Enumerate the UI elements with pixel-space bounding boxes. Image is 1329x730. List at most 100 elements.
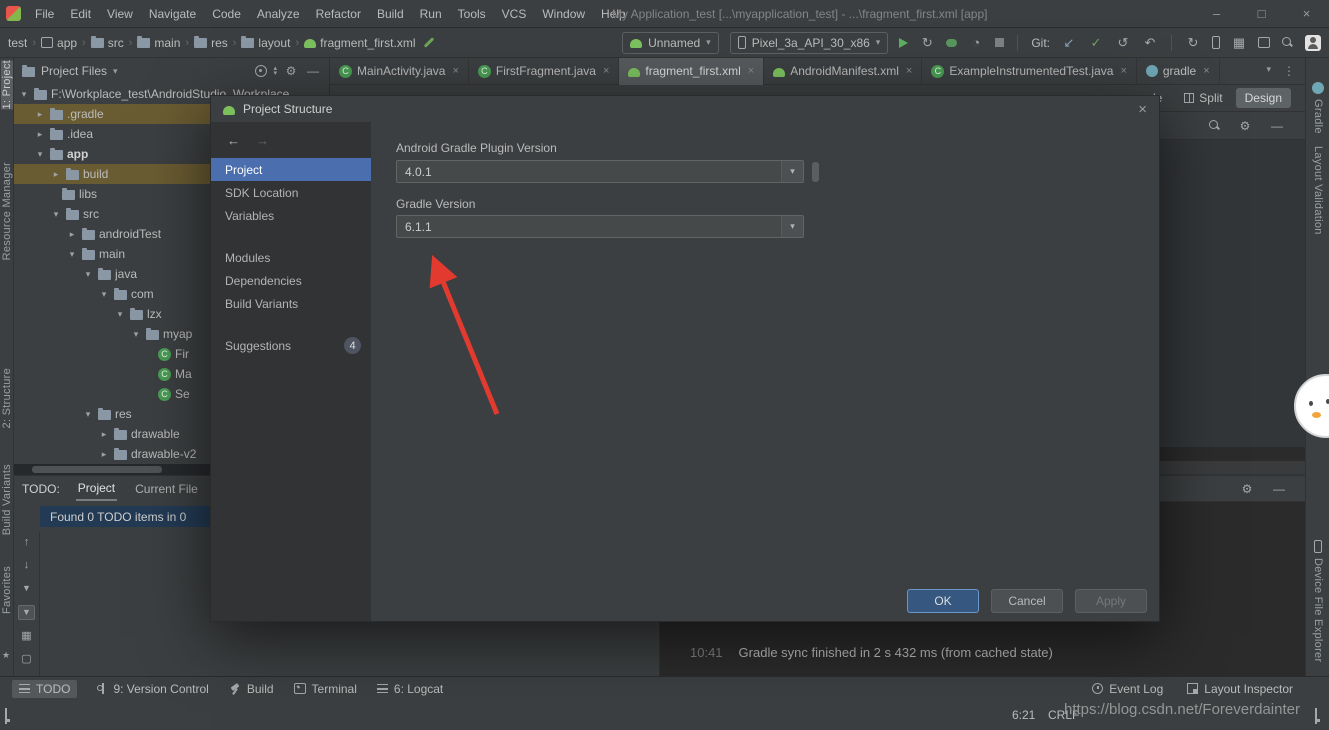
hide-panel-icon[interactable]: — [1269,119,1285,133]
chevron-down-icon[interactable] [18,89,30,100]
tool-button-version-control[interactable]: 9: Version Control [97,682,208,696]
more-options-icon[interactable]: ⋮ [1283,64,1295,78]
chevron-down-icon[interactable] [114,309,126,320]
chevron-down-icon[interactable] [50,209,62,220]
layout-inspector-icon[interactable]: ▦ [1231,35,1247,51]
profiler-icon[interactable]: ◔ [968,35,984,51]
tool-button-resource-manager[interactable]: Resource Manager [1,162,13,260]
chevron-down-icon[interactable] [130,329,142,340]
git-commit-icon[interactable]: ✓ [1088,35,1104,51]
tool-button-build-variants[interactable]: Build Variants [1,464,13,535]
chevron-down-icon[interactable] [34,149,46,160]
ok-button[interactable]: OK [907,589,979,613]
close-icon[interactable]: × [748,65,754,77]
nav-item-sdk-location[interactable]: SDK Location [211,181,371,204]
stop-icon[interactable] [995,38,1004,47]
breadcrumb-item-res[interactable]: res [194,36,228,50]
git-update-icon[interactable]: ↙ [1061,35,1077,51]
tool-button-event-log[interactable]: Event Log [1092,682,1163,696]
tool-button-favorites[interactable]: Favorites [1,566,13,614]
maximize-button[interactable]: □ [1239,0,1284,28]
combo-arrow-icon[interactable] [781,216,803,237]
cancel-button[interactable]: Cancel [991,589,1063,613]
tool-button-project[interactable]: 1: Project [1,60,13,109]
device-select[interactable]: Pixel_3a_API_30_x86 ▾ [730,32,889,54]
nav-item-modules[interactable]: Modules [211,246,371,269]
chevron-right-icon[interactable] [34,129,46,140]
tool-button-build[interactable]: Build [229,682,274,696]
tool-button-device-file-explorer[interactable]: Device File Explorer [1306,540,1329,662]
toggle-tool-buttons-icon[interactable] [5,708,7,724]
menu-code[interactable]: Code [204,0,249,28]
nav-item-variables[interactable]: Variables [211,204,371,227]
breadcrumb-item-main[interactable]: main [137,36,180,50]
nav-item-build-variants[interactable]: Build Variants [211,292,371,315]
forward-icon[interactable] [256,133,269,148]
status-right-icon[interactable] [1315,708,1317,724]
tool-button-gradle[interactable]: Gradle [1306,82,1329,134]
tab-mainactivity[interactable]: MainActivity.java× [330,58,469,85]
previous-todo-icon[interactable]: ↑ [24,536,30,549]
todo-tab-project[interactable]: Project [76,477,117,501]
caret-position[interactable]: 6:21 [1012,708,1035,722]
menu-vcs[interactable]: VCS [494,0,535,28]
menu-refactor[interactable]: Refactor [308,0,369,28]
tab-exampleinstrumentedtest[interactable]: ExampleInstrumentedTest.java× [922,58,1137,85]
mode-split-button[interactable]: Split [1175,88,1231,108]
git-history-icon[interactable]: ↺ [1115,35,1131,51]
close-icon[interactable]: × [906,65,912,77]
menu-edit[interactable]: Edit [62,0,99,28]
gear-icon[interactable]: ⚙ [1239,482,1255,496]
dialog-title-bar[interactable]: Project Structure [211,96,1159,122]
locate-file-icon[interactable] [255,65,267,77]
dialog-close-icon[interactable] [1138,101,1147,118]
tool-button-terminal[interactable]: Terminal [294,682,357,696]
menu-navigate[interactable]: Navigate [141,0,204,28]
group-by-icon[interactable]: ▦ [21,630,31,643]
back-icon[interactable] [227,133,240,148]
chevron-down-icon[interactable] [98,289,110,300]
device-manager-icon[interactable] [1212,36,1220,49]
chevron-down-icon[interactable] [66,249,78,260]
gear-icon[interactable]: ⚙ [1237,119,1253,133]
combo-arrow-icon[interactable] [781,161,803,182]
scrollbar-thumb[interactable] [812,162,819,182]
menu-analyze[interactable]: Analyze [249,0,308,28]
breadcrumb-item-src[interactable]: src [91,36,124,50]
chevron-right-icon[interactable] [50,169,62,180]
close-icon[interactable]: × [1203,65,1209,77]
sdk-manager-icon[interactable] [1258,37,1270,48]
apply-button[interactable]: Apply [1075,589,1147,613]
breadcrumb-item-layout[interactable]: layout [241,36,290,50]
hide-panel-icon[interactable]: — [1271,482,1287,496]
menu-file[interactable]: File [27,0,62,28]
tool-button-logcat[interactable]: 6: Logcat [377,682,443,696]
menu-window[interactable]: Window [534,0,593,28]
next-todo-icon[interactable]: ↓ [24,559,30,572]
close-icon[interactable]: × [1120,65,1126,77]
nav-item-dependencies[interactable]: Dependencies [211,269,371,292]
gear-icon[interactable]: ⚙ [283,64,299,78]
chevron-right-icon[interactable] [34,109,46,120]
debug-icon[interactable] [946,39,957,47]
chevron-down-icon[interactable]: ▾ [1266,64,1271,78]
tab-androidmanifest[interactable]: AndroidManifest.xml× [764,58,922,85]
run-config-select[interactable]: Unnamed ▾ [622,32,719,54]
tool-button-layout-inspector[interactable]: Layout Inspector [1187,682,1293,696]
chevron-right-icon[interactable] [98,449,110,460]
close-button[interactable]: × [1284,0,1329,28]
menu-run[interactable]: Run [412,0,450,28]
filter-settings-icon[interactable] [18,605,35,620]
minimize-button[interactable]: – [1194,0,1239,28]
scrollbar-thumb[interactable] [32,466,162,473]
gradle-version-combo[interactable]: 6.1.1 [396,215,804,238]
run-button[interactable] [899,38,908,48]
profile-avatar-icon[interactable] [1305,35,1321,51]
chevron-down-icon[interactable] [82,409,94,420]
breadcrumb-item-app[interactable]: app [41,36,77,50]
hide-panel-icon[interactable]: — [305,64,321,78]
tool-button-structure[interactable]: 2: Structure [1,368,13,428]
search-icon[interactable] [1208,119,1221,132]
tool-button-todo[interactable]: TODO [12,680,77,698]
filter-icon[interactable] [22,582,31,595]
